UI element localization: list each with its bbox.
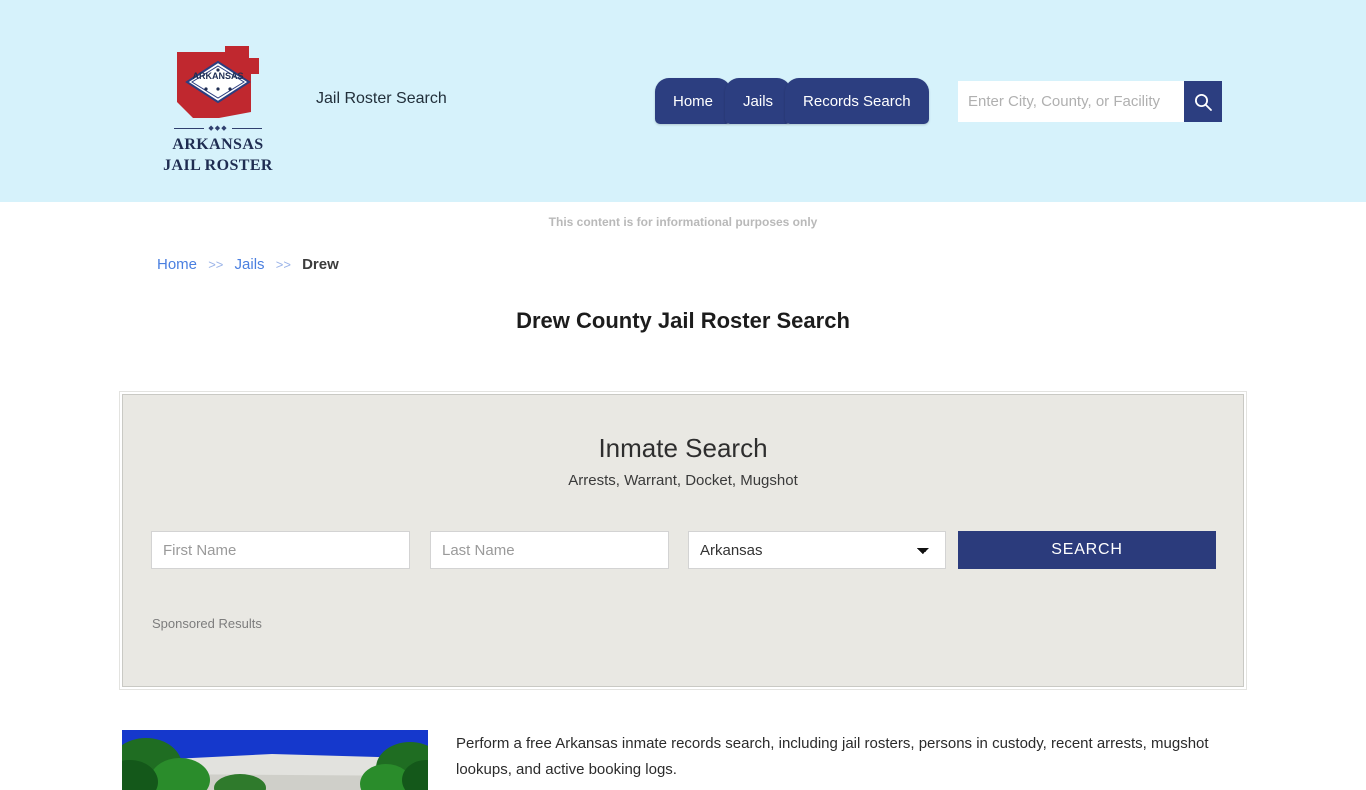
breadcrumb-item-jails[interactable]: Jails	[235, 256, 265, 273]
bottom-content: Perform a free Arkansas inmate records s…	[122, 730, 1252, 790]
arkansas-state-logo-icon: ARKANSAS	[177, 46, 259, 118]
inmate-search-panel: Inmate Search Arrests, Warrant, Docket, …	[119, 391, 1247, 690]
panel-title: Inmate Search	[598, 433, 768, 463]
nav-item-jails[interactable]: Jails	[725, 78, 792, 124]
main-navigation: Home Jails Records Search	[655, 78, 929, 124]
header-search-input[interactable]	[958, 81, 1184, 122]
header-search-button[interactable]	[1184, 81, 1222, 122]
search-icon	[1195, 93, 1212, 111]
page-title: Drew County Jail Roster Search	[516, 308, 850, 333]
svg-text:ARKANSAS: ARKANSAS	[192, 71, 243, 81]
jail-building-photo-icon	[122, 730, 428, 790]
nav-item-records-search[interactable]: Records Search	[785, 78, 929, 124]
breadcrumb-item-home[interactable]: Home	[157, 256, 197, 273]
site-header: ARKANSAS ◆◆◆ ARKANSAS JAIL ROSTER Jail R…	[0, 0, 1366, 202]
jail-building-image	[122, 730, 428, 790]
site-logo[interactable]: ARKANSAS ◆◆◆ ARKANSAS JAIL ROSTER	[163, 44, 273, 174]
sponsored-results-label: Sponsored Results	[152, 616, 262, 631]
search-submit-button[interactable]: SEARCH	[958, 531, 1216, 569]
breadcrumb-separator: >>	[275, 257, 291, 272]
breadcrumb-item-current: Drew	[302, 256, 339, 273]
header-search-group	[958, 81, 1222, 122]
nav-item-home[interactable]: Home	[655, 78, 732, 124]
first-name-input[interactable]	[151, 531, 410, 569]
logo-divider: ◆◆◆	[163, 125, 273, 132]
site-tagline: Jail Roster Search	[316, 90, 447, 107]
last-name-input[interactable]	[430, 531, 669, 569]
breadcrumb: Home >> Jails >> Drew	[157, 256, 339, 273]
state-select[interactable]: Arkansas	[688, 531, 946, 569]
breadcrumb-separator: >>	[208, 257, 224, 272]
panel-subtitle: Arrests, Warrant, Docket, Mugshot	[568, 472, 798, 489]
logo-wordmark-line1: ARKANSAS	[172, 136, 264, 153]
intro-paragraph: Perform a free Arkansas inmate records s…	[456, 735, 1209, 778]
logo-wordmark-line2: JAIL ROSTER	[163, 157, 273, 174]
inmate-search-form: Arkansas SEARCH	[151, 531, 1216, 569]
informational-disclaimer: This content is for informational purpos…	[548, 215, 818, 229]
